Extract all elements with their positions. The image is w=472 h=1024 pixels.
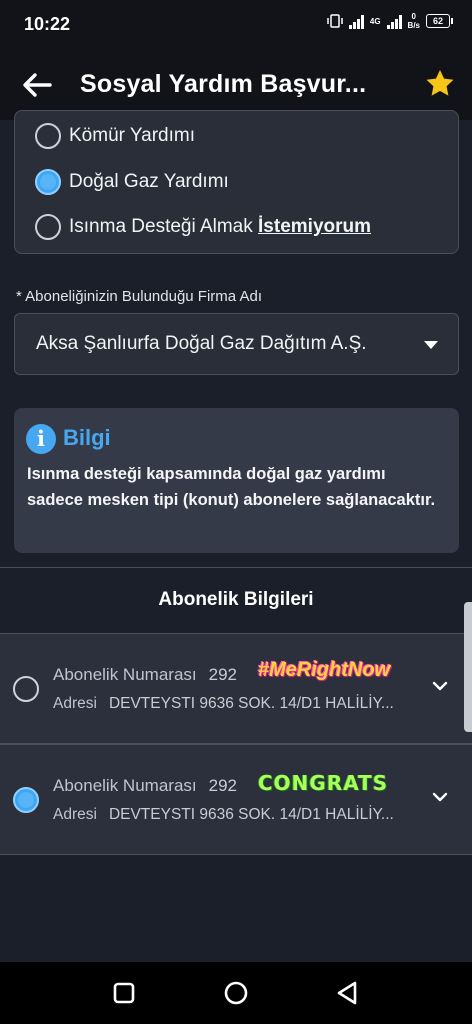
arrow-left-icon[interactable] bbox=[20, 68, 54, 102]
net-speed: 0 B/s bbox=[408, 12, 420, 30]
firm-value: Aksa Şanlıurfa Doğal Gaz Dağıtım A.Ş. bbox=[36, 333, 367, 354]
radio-dogalgaz[interactable] bbox=[35, 169, 61, 195]
back-triangle-icon[interactable] bbox=[333, 978, 363, 1008]
subscription-address-label: Adresi bbox=[53, 806, 97, 823]
network-type: 4G bbox=[369, 16, 381, 26]
page-title: Sosyal Yardım Başvur... bbox=[80, 70, 367, 98]
subscription-radio[interactable] bbox=[13, 787, 39, 813]
signal-icon-2 bbox=[386, 13, 402, 29]
subscription-row[interactable]: Abonelik Numarası 292 #MeRightNow Adresi D… bbox=[0, 633, 472, 744]
battery-icon: 62 bbox=[426, 14, 453, 28]
scrollbar-handle[interactable] bbox=[464, 602, 472, 732]
status-bar: 10:22 4G 0 B/s 62 bbox=[0, 0, 472, 48]
caret-down-icon bbox=[424, 341, 438, 349]
chevron-down-icon[interactable] bbox=[432, 789, 448, 805]
subscription-address-line: Adresi DEVTEYSTI 9636 SOK. 14/D1 HALİLİY.… bbox=[53, 806, 394, 824]
subscription-address-value: DEVTEYSTI 9636 SOK. 14/D1 HALİLİY... bbox=[108, 806, 394, 823]
option-istemiyorum-prefix: Isınma Desteği Almak bbox=[69, 216, 259, 237]
info-title: Bilgi bbox=[63, 425, 111, 450]
battery-level: 62 bbox=[432, 16, 443, 26]
subscription-number-value: 292 bbox=[208, 665, 237, 684]
option-dogalgaz-label: Doğal Gaz Yardımı bbox=[69, 171, 229, 192]
subscription-address-label: Adresi bbox=[53, 695, 97, 712]
status-icons: 4G 0 B/s 62 bbox=[327, 12, 453, 30]
firm-label: * Aboneliğinizin Bulunduğu Firma Adı bbox=[16, 288, 262, 305]
radio-komur[interactable] bbox=[35, 123, 61, 149]
subscription-number-label: Abonelik Numarası bbox=[53, 776, 197, 795]
subscriptions-title: Abonelik Bilgileri bbox=[158, 589, 314, 610]
info-card: i Bilgi Isınma desteği kapsamında doğal … bbox=[14, 408, 459, 553]
option-istemiyorum[interactable]: Isınma Desteği Almak İstemiyorum bbox=[35, 214, 371, 240]
subscription-radio[interactable] bbox=[13, 676, 39, 702]
subscription-number-label: Abonelik Numarası bbox=[53, 665, 197, 684]
radio-istemiyorum[interactable] bbox=[35, 214, 61, 240]
net-speed-unit: B/s bbox=[407, 21, 420, 30]
subscription-address-value: DEVTEYSTI 9636 SOK. 14/D1 HALİLİY... bbox=[108, 695, 394, 712]
net-speed-value: 0 bbox=[411, 12, 416, 21]
option-istemiyorum-label: Isınma Desteği Almak İstemiyorum bbox=[69, 216, 371, 238]
section-divider bbox=[0, 567, 472, 568]
option-dogalgaz[interactable]: Doğal Gaz Yardımı bbox=[35, 169, 229, 195]
sticker-congrats: CONGRATS bbox=[258, 771, 389, 795]
option-komur-label: Kömür Yardımı bbox=[69, 125, 196, 146]
home-circle-icon[interactable] bbox=[221, 978, 251, 1008]
heating-options-card: Kömür Yardımı Doğal Gaz Yardımı Isınma D… bbox=[14, 110, 459, 254]
info-icon: i bbox=[26, 424, 56, 454]
sticker-merightnow: #MeRightNow bbox=[258, 659, 391, 681]
chevron-down-icon[interactable] bbox=[432, 678, 448, 694]
subscription-number-line: Abonelik Numarası 292 bbox=[53, 665, 237, 685]
info-text: Isınma desteği kapsamında doğal gaz yard… bbox=[27, 465, 436, 509]
subscription-address-line: Adresi DEVTEYSTI 9636 SOK. 14/D1 HALİLİY.… bbox=[53, 695, 394, 713]
signal-icon bbox=[348, 13, 364, 29]
subscription-row[interactable]: Abonelik Numarası 292 CONGRATS Adresi DEVT… bbox=[0, 744, 472, 855]
status-time: 10:22 bbox=[24, 14, 71, 34]
firm-dropdown[interactable]: Aksa Şanlıurfa Doğal Gaz Dağıtım A.Ş. bbox=[14, 313, 459, 375]
star-icon[interactable] bbox=[424, 68, 456, 100]
option-istemiyorum-emphasis: İstemiyorum bbox=[258, 216, 372, 237]
vibrate-icon bbox=[327, 14, 343, 28]
subscription-number-line: Abonelik Numarası 292 bbox=[53, 776, 237, 796]
option-komur[interactable]: Kömür Yardımı bbox=[35, 123, 195, 149]
recents-square-icon[interactable] bbox=[109, 978, 139, 1008]
system-nav-bar bbox=[0, 962, 472, 1024]
subscription-number-value: 292 bbox=[208, 776, 237, 795]
